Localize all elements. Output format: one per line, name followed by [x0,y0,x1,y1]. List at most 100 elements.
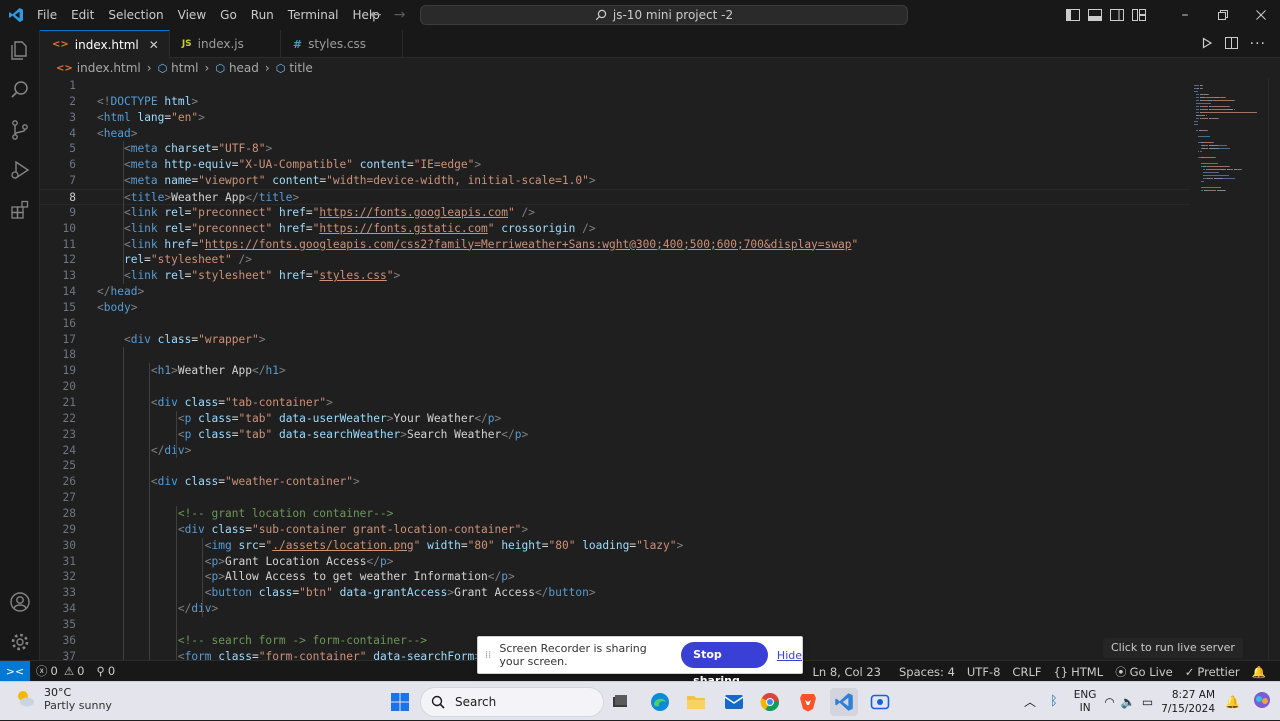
code-line[interactable]: 8 <title>Weather App</title> [40,188,1190,205]
vertical-scrollbar[interactable] [1268,78,1280,660]
breadcrumb-file[interactable]: index.html [77,61,141,75]
menu-terminal[interactable]: Terminal [281,0,346,30]
code-line[interactable]: 31 <p>Grant Location Access</p> [40,554,1190,570]
code-line[interactable]: 22 < p class="tab" data-userWeather > Your … [40,411,1190,427]
code-line[interactable]: 25 [40,458,1190,474]
code-line[interactable]: 17 <div class="wrapper"> [40,332,1190,348]
code-line[interactable]: 29 <div class="sub-container grant-locat… [40,522,1190,538]
code-line[interactable]: 21 <div class="tab-container"> [40,395,1190,411]
code-line[interactable]: 2 <!DOCTYPE html> [40,94,1190,110]
split-editor-icon[interactable] [1224,36,1238,52]
toggle-panel-icon[interactable] [1084,0,1106,30]
clock[interactable]: 8:27 AM 7/15/2024 [1161,688,1215,716]
code-line[interactable]: 24 </div> [40,443,1190,459]
code-line[interactable]: 30 <img src="./assets/location.png" widt… [40,538,1190,554]
menu-selection[interactable]: Selection [101,0,170,30]
code-line[interactable]: 34 </div> [40,601,1190,617]
code-line[interactable]: 12 rel="stylesheet" /> [40,252,1190,268]
code-line[interactable]: 10 <link rel="preconnect" href="https://… [40,221,1190,237]
ports-indicator[interactable]: ⚲ 0 [90,661,121,682]
bluetooth-icon[interactable]: ᛒ [1050,694,1058,709]
menu-run[interactable]: Run [244,0,281,30]
windows-start-icon[interactable] [386,688,414,716]
encoding[interactable]: UTF-8 [961,661,1007,682]
brave-browser-icon[interactable] [794,688,822,716]
wifi-icon[interactable]: ◠ [1104,695,1114,709]
edge-browser-icon[interactable] [646,688,674,716]
minimize-icon[interactable]: – [1166,0,1204,30]
command-center[interactable]: js-10 mini project -2 [420,5,908,25]
notifications-icon[interactable]: 🔔 [1225,695,1240,709]
extensions-icon[interactable] [0,190,40,230]
code-line[interactable]: 20 [40,379,1190,395]
vscode-taskbar-icon[interactable] [830,688,858,716]
weather-widget[interactable]: 30°C Partly sunny [14,686,112,712]
code-line[interactable]: 3 <html lang="en"> [40,110,1190,126]
accounts-icon[interactable] [0,582,40,622]
taskbar-search[interactable]: Search [420,687,604,717]
breadcrumb-title[interactable]: title [289,61,312,75]
manage-gear-icon[interactable] [0,622,40,662]
search-icon[interactable] [0,70,40,110]
mail-icon[interactable] [720,688,748,716]
run-play-icon[interactable] [1201,36,1213,52]
code-line[interactable]: 35 [40,617,1190,633]
restore-icon[interactable] [1204,0,1242,30]
minimap[interactable] [1190,78,1268,228]
go-live-button[interactable]: ⦿ Go Live [1109,661,1179,682]
screen-recorder-icon[interactable] [866,688,894,716]
remote-indicator-icon[interactable]: >< [0,660,30,682]
indentation[interactable]: Spaces: 4 [893,661,961,682]
notifications-bell-icon[interactable]: 🔔 [1246,661,1272,682]
tab-index-html[interactable]: <> index.html ✕ [40,30,170,58]
code-line[interactable]: 23 <p class="tab" data-searchWeather>Sea… [40,427,1190,443]
task-view-icon[interactable] [606,688,634,716]
file-explorer-icon[interactable] [682,688,710,716]
tab-index-js[interactable]: JS index.js [170,30,281,58]
problems-indicator[interactable]: ⓧ 0 ⚠ 0 [30,661,90,682]
back-arrow-icon[interactable]: ← [370,7,382,23]
menu-edit[interactable]: Edit [64,0,101,30]
breadcrumb-html[interactable]: html [171,61,198,75]
show-hidden-icons-chevron-icon[interactable]: ︿ [1024,693,1036,710]
code-line[interactable]: 9 <link rel="preconnect" href="https://f… [40,205,1190,221]
end-of-line[interactable]: CRLF [1006,661,1047,682]
tab-styles-css[interactable]: # styles.css [281,30,404,58]
code-line[interactable]: 19 <h1>Weather App</h1> [40,363,1190,379]
drag-handle-icon[interactable]: ⁞⁞ [485,650,491,661]
menu-view[interactable]: View [171,0,213,30]
code-line[interactable]: 16 [40,316,1190,332]
hide-link[interactable]: Hide [777,649,802,662]
code-line[interactable]: 7 <meta name="viewport" content="width=d… [40,173,1190,189]
code-line[interactable]: 18 [40,347,1190,363]
copilot-icon[interactable] [1252,690,1272,713]
menu-go[interactable]: Go [213,0,244,30]
code-line[interactable]: 27 [40,490,1190,506]
menu-file[interactable]: File [30,0,64,30]
cursor-position[interactable]: Ln 8, Col 23 [806,661,887,682]
close-icon[interactable] [1242,0,1280,30]
code-line[interactable]: 6 <meta http-equiv="X-UA-Compatible" con… [40,157,1190,173]
code-line[interactable]: 15 <body> [40,300,1190,316]
code-line[interactable]: 32 < p> Allow Access to get weather Inform… [40,569,1190,585]
vscode-logo-icon[interactable] [2,0,30,30]
code-line[interactable]: 14 </head> [40,284,1190,300]
battery-icon[interactable]: ▭ [1142,695,1153,709]
code-line[interactable]: 4 <head> [40,126,1190,142]
more-actions-icon[interactable]: ··· [1250,36,1266,52]
code-editor[interactable]: 1 2 <!DOCTYPE html> 3 <html lang="en"> 4 <head… [40,78,1190,660]
input-language[interactable]: ENG IN [1074,689,1097,715]
toggle-secondary-sidebar-icon[interactable] [1106,0,1128,30]
prettier-button[interactable]: ✓ Prettier [1179,661,1246,682]
volume-icon[interactable]: 🔈 [1121,695,1136,709]
language-mode[interactable]: {} HTML [1047,661,1109,682]
code-line[interactable]: 13 <link rel="stylesheet" href="styles.c… [40,268,1190,284]
explorer-icon[interactable] [0,30,40,70]
forward-arrow-icon[interactable]: → [394,7,406,23]
tab-close-icon[interactable]: ✕ [149,38,159,52]
code-line[interactable]: 5 <meta charset="UTF-8"> [40,141,1190,157]
code-line[interactable]: 11 <link href="https://fonts.googleapis.… [40,237,1190,253]
code-line[interactable]: 26 <div class="weather-container"> [40,474,1190,490]
stop-sharing-button[interactable]: Stop sharing [681,642,768,687]
code-line[interactable]: 33 <button class="btn" data-grantAccess>… [40,585,1190,601]
